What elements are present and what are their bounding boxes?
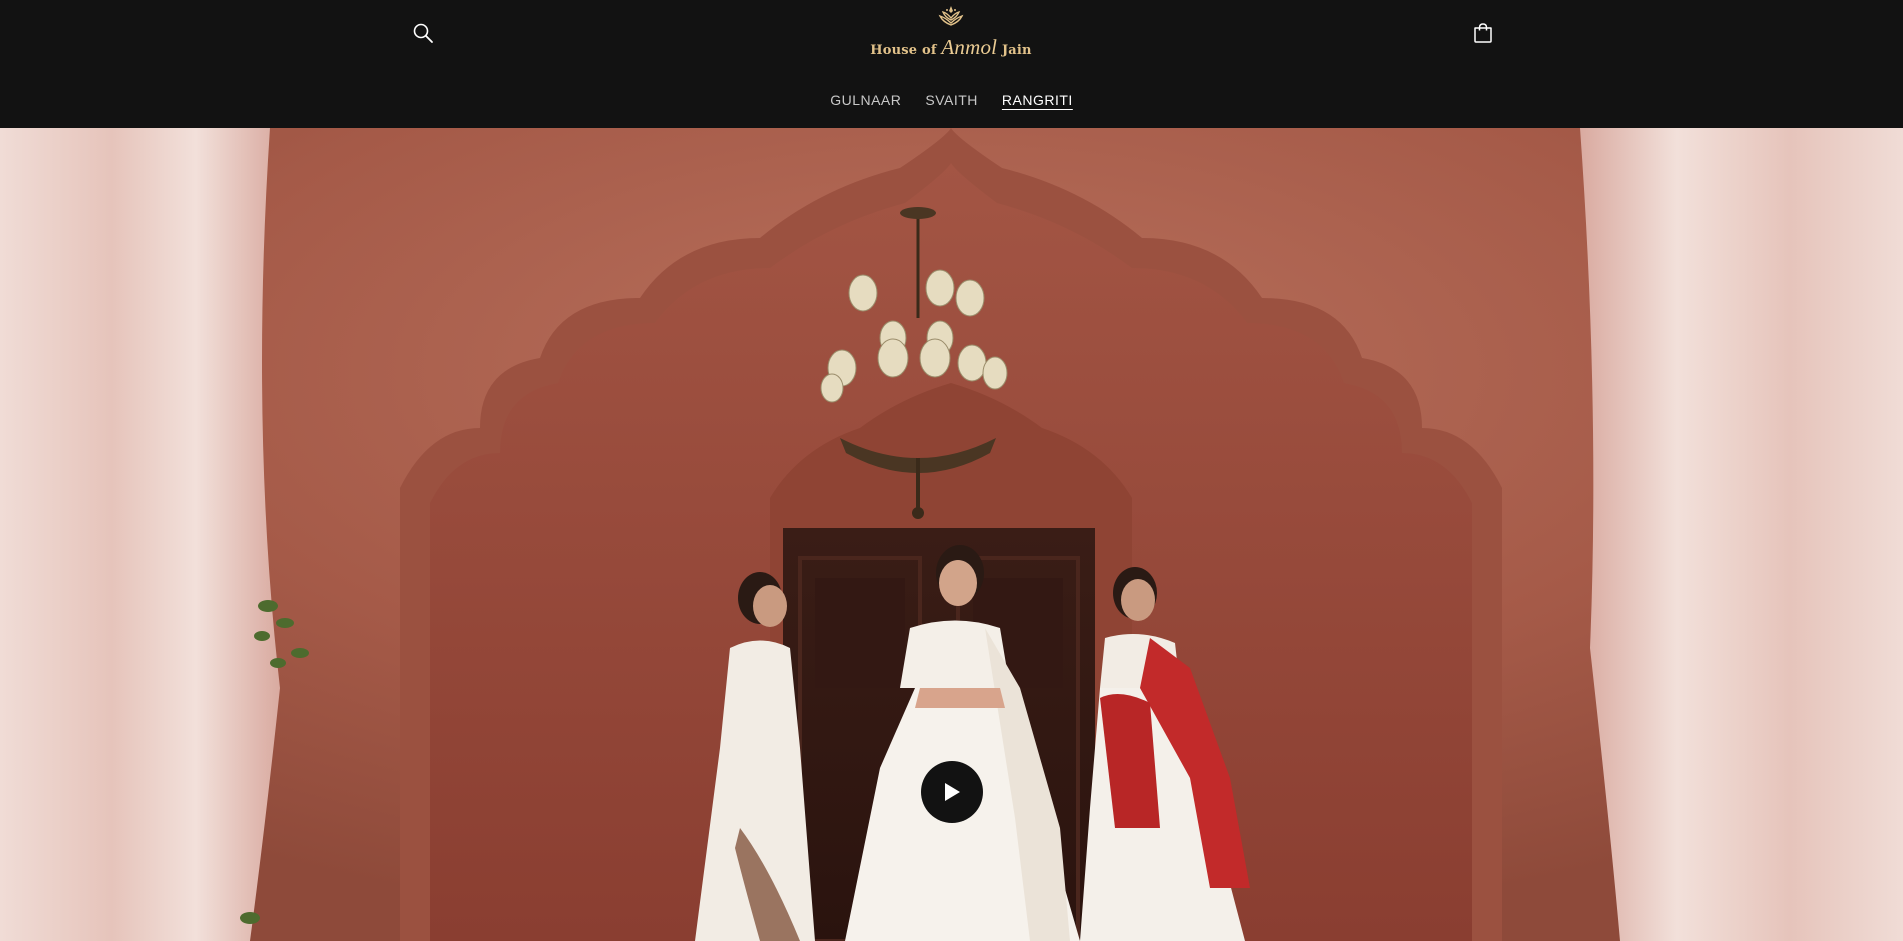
brand-name: House of Anmol Jain: [858, 35, 1044, 59]
cart-icon: [1474, 23, 1492, 43]
brand-name-part1: House of: [870, 43, 942, 58]
play-icon: [945, 783, 960, 801]
nav-item-gulnaar[interactable]: GULNAAR: [830, 88, 901, 118]
play-button[interactable]: [921, 761, 983, 823]
brand-name-part2: Jain: [997, 43, 1032, 58]
search-icon: [413, 23, 433, 43]
cart-button[interactable]: [1461, 11, 1505, 55]
main-nav: GULNAAR SVAITH RANGRITI: [0, 88, 1903, 118]
hero-video[interactable]: [0, 128, 1903, 941]
nav-item-rangriti[interactable]: RANGRITI: [1002, 88, 1073, 118]
lotus-icon: [938, 6, 964, 26]
brand-name-highlight: Anmol: [941, 35, 998, 59]
site-header: House of Anmol Jain GULNAAR SVAITH RANGR…: [0, 0, 1903, 128]
nav-item-svaith[interactable]: SVAITH: [925, 88, 978, 118]
search-button[interactable]: [401, 11, 445, 55]
brand-logo[interactable]: House of Anmol Jain: [858, 4, 1044, 62]
